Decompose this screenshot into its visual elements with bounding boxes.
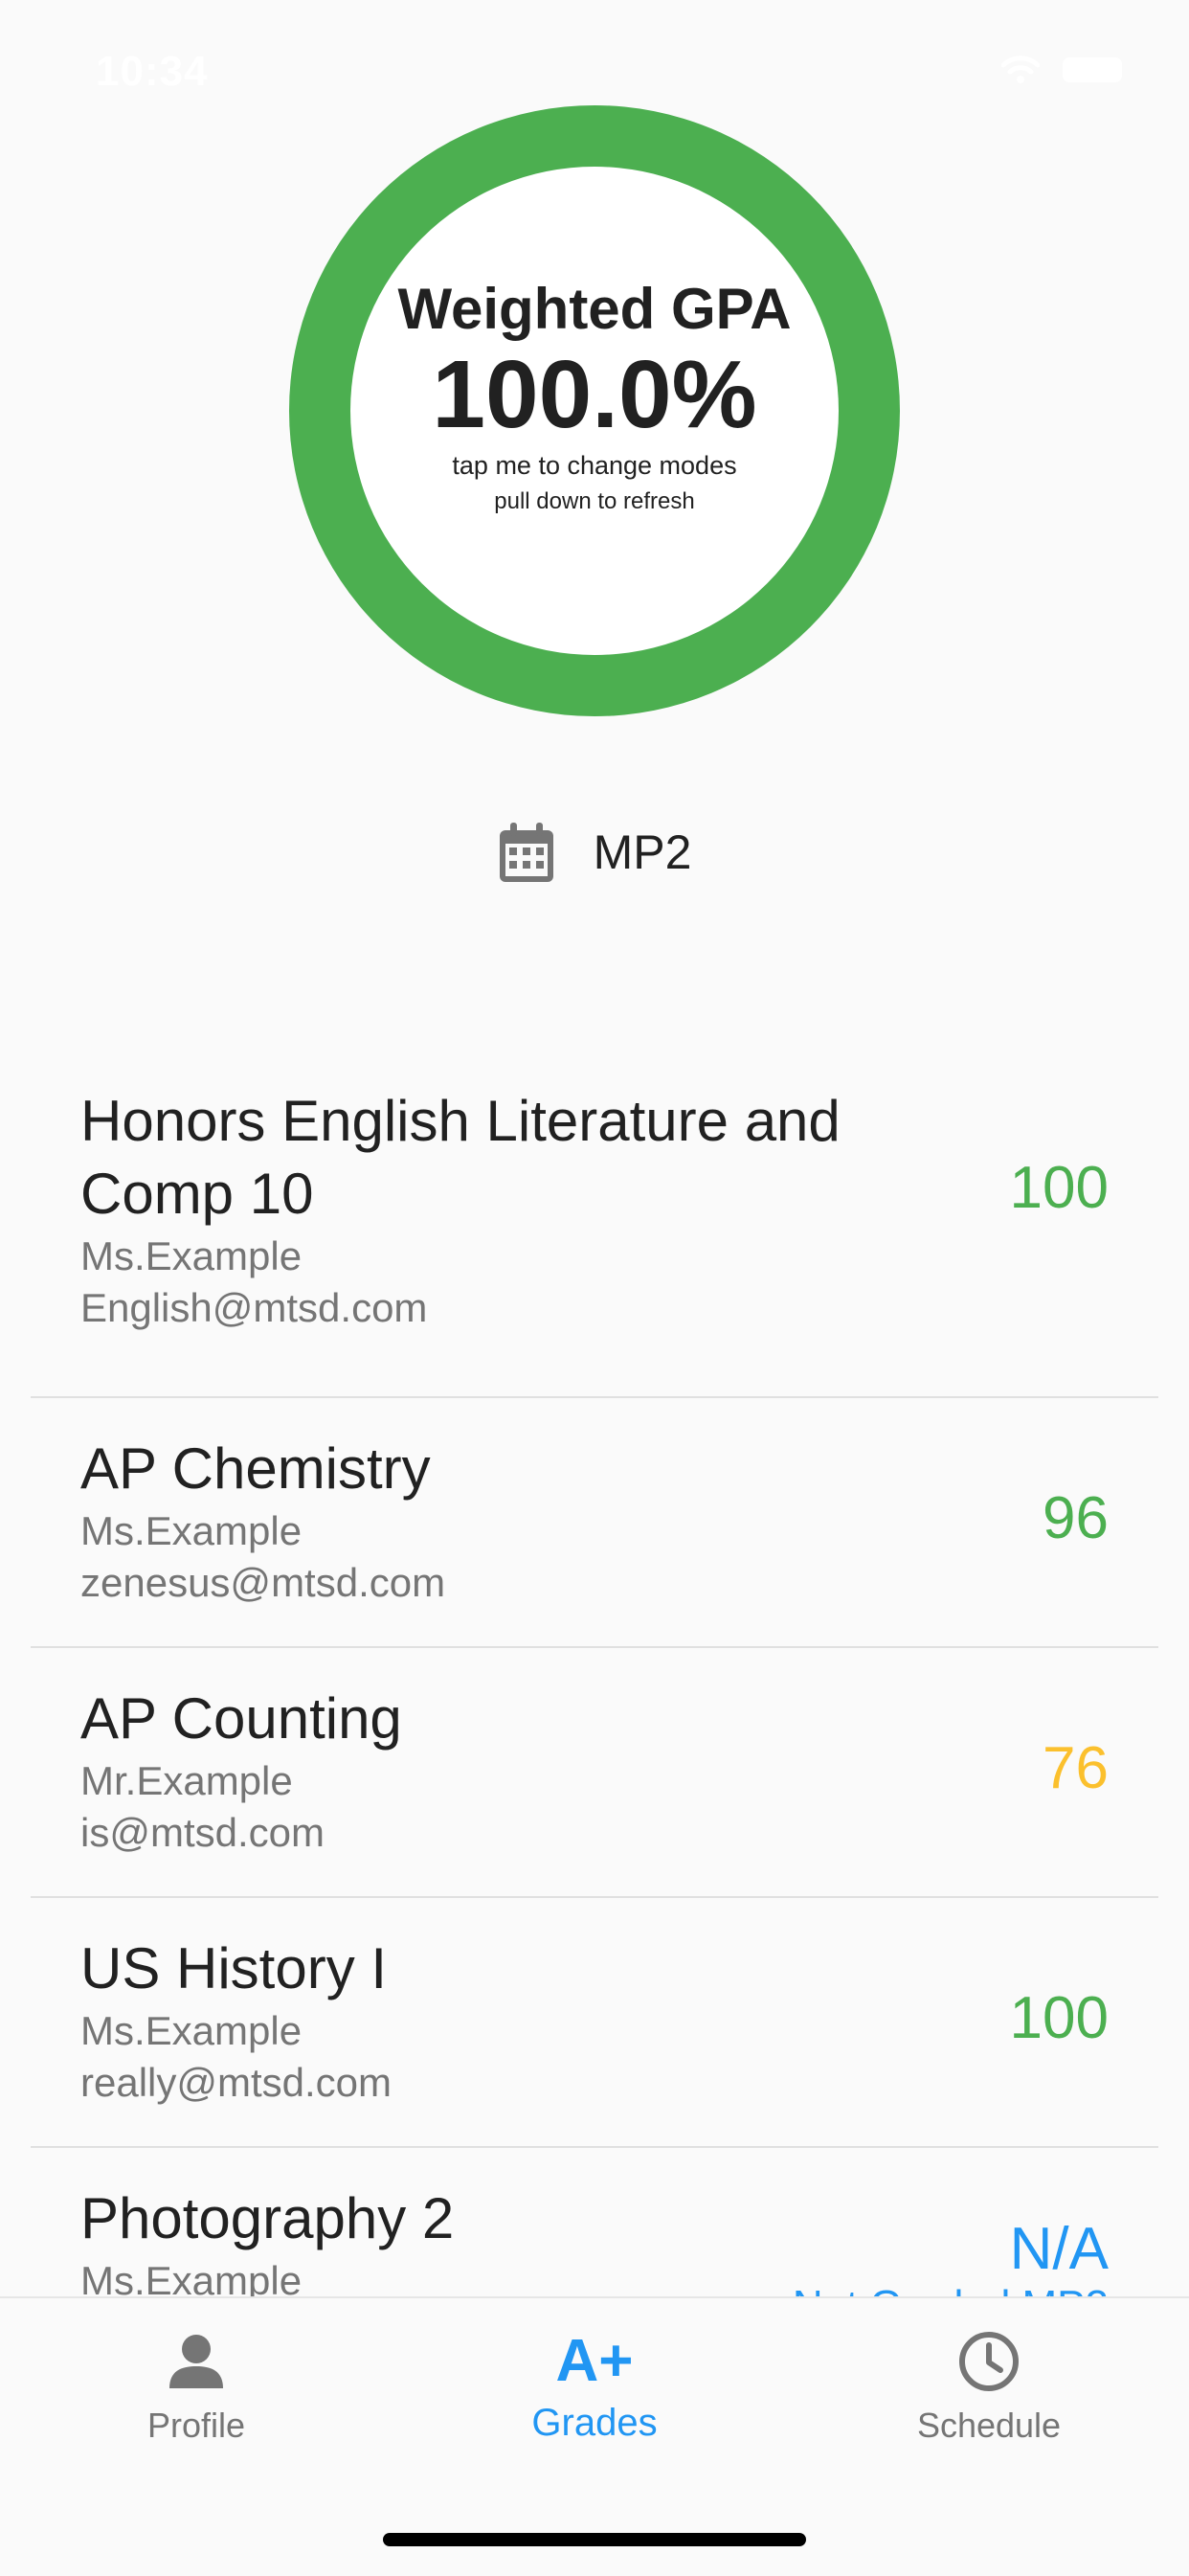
class-info: AP Chemistry Ms.Example zenesus@mtsd.com [31,1398,971,1609]
class-name: Photography 2 [80,2186,455,2250]
class-list[interactable]: Honors English Literature and Comp 10 Ms… [0,1058,1189,2298]
class-row[interactable]: AP Chemistry Ms.Example zenesus@mtsd.com… [31,1398,1158,1648]
gpa-title: Weighted GPA [397,277,792,341]
nav-label: Schedule [916,2406,1062,2445]
class-grade: 96 [1043,1485,1109,1551]
class-info: US History I Ms.Example really@mtsd.com [31,1898,971,2109]
class-info: Photography 2 Ms.Example [31,2148,971,2298]
class-email: is@mtsd.com [80,1810,325,1855]
gpa-value: 100.0% [432,341,757,448]
status-time: 10:34 [96,48,209,95]
class-name: US History I [80,1936,388,2000]
person-icon [169,2327,223,2396]
class-grade: 100 [1009,1155,1109,1221]
wifi-icon [1001,56,1040,84]
nav-label: Profile [146,2406,246,2445]
marking-period-selector[interactable]: MP2 [0,814,1189,891]
class-teacher: Ms.Example [80,1233,303,1278]
class-row[interactable]: AP Counting Mr.Example is@mtsd.com 76 [31,1648,1158,1898]
gpa-inner: Weighted GPA 100.0% tap me to change mod… [350,167,839,655]
class-teacher: Ms.Example [80,1508,303,1553]
marking-period-label: MP2 [593,825,692,879]
class-grade: N/A [1009,2216,1109,2282]
class-name: AP Chemistry [80,1436,431,1501]
calendar-icon [498,821,555,884]
class-row[interactable]: Photography 2 Ms.Example N/A Not Graded … [31,2148,1158,2298]
class-email: really@mtsd.com [80,2060,393,2105]
clock-icon [957,2327,1021,2396]
class-email: English@mtsd.com [80,1285,428,1330]
status-icons [1001,56,1122,84]
a-plus-icon: A+ [555,2328,634,2394]
class-row[interactable]: Honors English Literature and Comp 10 Ms… [31,1085,1158,1398]
gpa-ring-button[interactable]: Weighted GPA 100.0% tap me to change mod… [289,105,900,716]
gpa-mode-hint: tap me to change modes [452,451,737,480]
class-teacher: Mr.Example [80,1758,293,1803]
class-name: Comp 10 [80,1162,314,1226]
nav-label: Grades [531,2402,658,2444]
class-name: Honors English Literature and [80,1089,841,1153]
class-grade: 76 [1043,1735,1109,1801]
nav-grades[interactable]: A+ Grades [451,2327,738,2445]
class-email: zenesus@mtsd.com [80,1560,446,1605]
class-teacher: Ms.Example [80,2008,303,2053]
home-indicator[interactable] [383,2533,806,2546]
battery-icon [1063,57,1122,82]
nav-schedule[interactable]: Schedule [845,2327,1133,2446]
class-grade: 100 [1009,1985,1109,2051]
gpa-refresh-hint: pull down to refresh [494,488,695,514]
class-row[interactable]: US History I Ms.Example really@mtsd.com … [31,1898,1158,2148]
nav-profile[interactable]: Profile [53,2327,340,2446]
class-info: AP Counting Mr.Example is@mtsd.com [31,1648,971,1859]
class-info: Honors English Literature and Comp 10 Ms… [31,1085,971,1334]
class-name: AP Counting [80,1686,402,1751]
